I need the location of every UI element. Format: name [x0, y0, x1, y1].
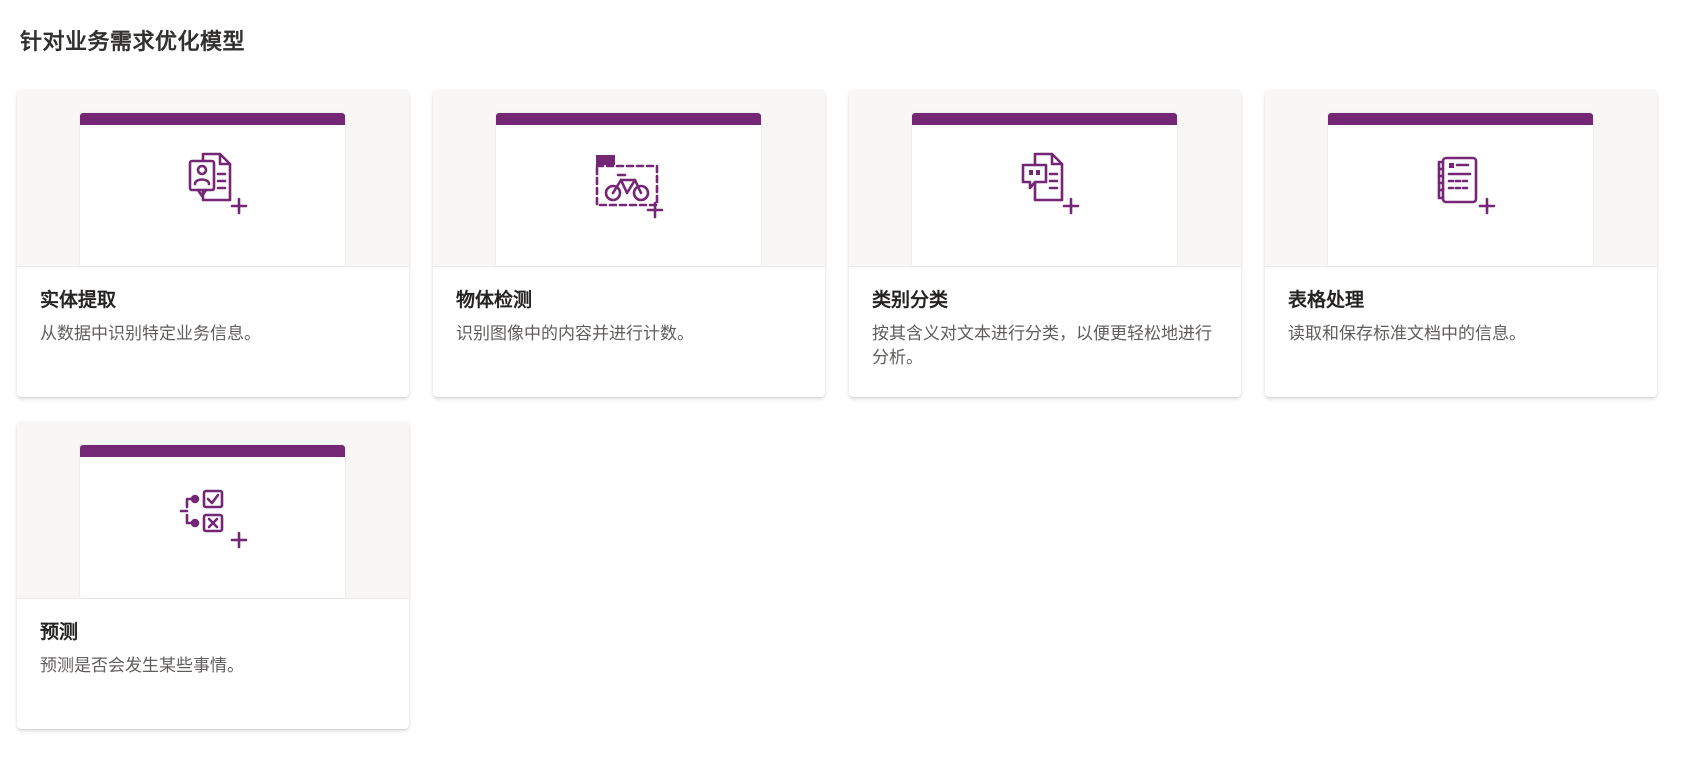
card-title: 类别分类: [872, 289, 949, 311]
card-illustration: [1265, 90, 1657, 267]
card-body: 表格处理 读取和保存标准文档中的信息。: [1265, 267, 1657, 346]
object-detection-icon: [595, 155, 664, 219]
illustration-window: [912, 113, 1177, 266]
card-title: 表格处理: [1288, 289, 1365, 311]
card-illustration: [17, 422, 409, 599]
illustration-window: [80, 113, 345, 266]
card-illustration: [433, 90, 825, 267]
card-description: 读取和保存标准文档中的信息。: [1288, 324, 1526, 344]
card-title: 预测: [40, 621, 79, 643]
section-title: 针对业务需求优化模型: [20, 30, 246, 55]
illustration-window: [80, 445, 345, 598]
card-description: 按其含义对文本进行分类，以便更轻松地进行分析。: [872, 324, 1212, 368]
card-description: 预测是否会发生某些事情。: [40, 656, 244, 676]
card-object-detection[interactable]: 物体检测 识别图像中的内容并进行计数。: [433, 90, 825, 397]
card-illustration: [849, 90, 1241, 267]
category-classification-icon: [1021, 152, 1080, 215]
prediction-icon: [179, 489, 248, 549]
illustration-window: [1328, 113, 1593, 266]
card-category-classification[interactable]: 类别分类 按其含义对文本进行分类，以便更轻松地进行分析。: [849, 90, 1241, 397]
illustration-window-bar: [1328, 113, 1593, 125]
entity-extraction-icon: [188, 152, 248, 215]
card-form-processing[interactable]: 表格处理 读取和保存标准文档中的信息。: [1265, 90, 1657, 397]
card-title: 实体提取: [40, 289, 117, 311]
card-body: 实体提取 从数据中识别特定业务信息。: [17, 267, 409, 346]
card-description: 从数据中识别特定业务信息。: [40, 324, 261, 344]
model-card-grid: 实体提取 从数据中识别特定业务信息。 物体检测 识别图像中的内容并进行计数。 类…: [17, 90, 1657, 729]
page: 针对业务需求优化模型 实体提取 从数据中识别特定业务信息。 物体检测 识别图像中…: [0, 0, 1681, 765]
illustration-window: [496, 113, 761, 266]
illustration-window-bar: [80, 445, 345, 457]
card-illustration: [17, 90, 409, 267]
card-body: 物体检测 识别图像中的内容并进行计数。: [433, 267, 825, 346]
card-body: 类别分类 按其含义对文本进行分类，以便更轻松地进行分析。: [849, 267, 1241, 370]
card-prediction[interactable]: 预测 预测是否会发生某些事情。: [17, 422, 409, 729]
illustration-window-bar: [80, 113, 345, 125]
illustration-window-bar: [496, 113, 761, 125]
illustration-window-bar: [912, 113, 1177, 125]
card-body: 预测 预测是否会发生某些事情。: [17, 599, 409, 678]
card-title: 物体检测: [456, 289, 533, 311]
card-entity-extraction[interactable]: 实体提取 从数据中识别特定业务信息。: [17, 90, 409, 397]
form-processing-icon: [1437, 156, 1496, 215]
card-description: 识别图像中的内容并进行计数。: [456, 324, 694, 344]
